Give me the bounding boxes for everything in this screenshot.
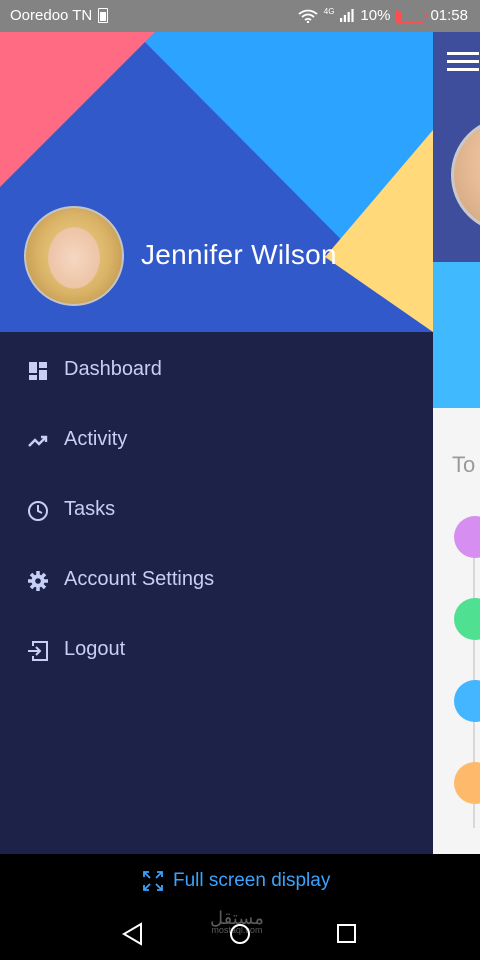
logout-icon [28, 641, 48, 661]
background-content: To [433, 408, 480, 854]
status-bar: Ooredoo TN 4G 10% 01:58 [0, 0, 480, 32]
battery-icon [396, 8, 428, 23]
fullscreen-display-button[interactable]: Full screen display [143, 870, 330, 892]
navigation-drawer: Jennifer Wilson Dashboard Activity Tasks… [0, 32, 433, 854]
expand-icon [143, 871, 163, 891]
home-icon[interactable] [230, 924, 250, 944]
drawer-menu: Dashboard Activity Tasks Account Setting… [0, 335, 433, 685]
menu-item-label: Dashboard [64, 358, 162, 380]
clock-icon [28, 501, 48, 521]
background-avatar [451, 117, 480, 233]
back-icon[interactable] [122, 922, 142, 946]
user-name: Jennifer Wilson [141, 239, 337, 270]
menu-item-label: Account Settings [64, 568, 215, 590]
menu-item-tasks[interactable]: Tasks [0, 475, 433, 545]
background-header [433, 32, 480, 262]
trending-up-icon [28, 435, 48, 447]
menu-item-logout[interactable]: Logout [0, 615, 433, 685]
dashboard-icon [29, 362, 47, 380]
gear-icon [28, 571, 48, 591]
signal-icon [340, 9, 355, 22]
recent-apps-icon[interactable] [337, 924, 356, 943]
menu-item-account-settings[interactable]: Account Settings [0, 545, 433, 615]
menu-item-label: Tasks [64, 498, 116, 520]
carrier-name: Ooredoo TN [10, 7, 93, 24]
menu-item-label: Activity [64, 428, 128, 450]
system-bottom-bar: Full screen display مستقل mostaql.com [0, 854, 480, 960]
profile-avatar[interactable] [24, 206, 124, 306]
drawer-header: Jennifer Wilson [0, 32, 433, 332]
clock-time: 01:58 [430, 7, 468, 24]
menu-item-dashboard[interactable]: Dashboard [0, 335, 433, 405]
fullscreen-label: Full screen display [173, 870, 331, 891]
background-screen[interactable]: To [433, 32, 480, 854]
wifi-icon [298, 9, 318, 23]
battery-percent: 10% [360, 7, 391, 24]
timeline-dot-purple [454, 516, 480, 558]
timeline-dot-green [454, 598, 480, 640]
network-type: 4G [323, 7, 335, 16]
system-navigation-buttons [122, 922, 356, 946]
hamburger-menu-icon[interactable] [447, 52, 480, 76]
menu-item-label: Logout [64, 638, 126, 660]
menu-item-activity[interactable]: Activity [0, 405, 433, 475]
timeline-dot-orange [454, 762, 480, 804]
sim-card-icon [98, 8, 109, 23]
timeline-dot-blue [454, 680, 480, 722]
background-banner [433, 262, 480, 408]
section-title-partial: To [452, 452, 476, 477]
